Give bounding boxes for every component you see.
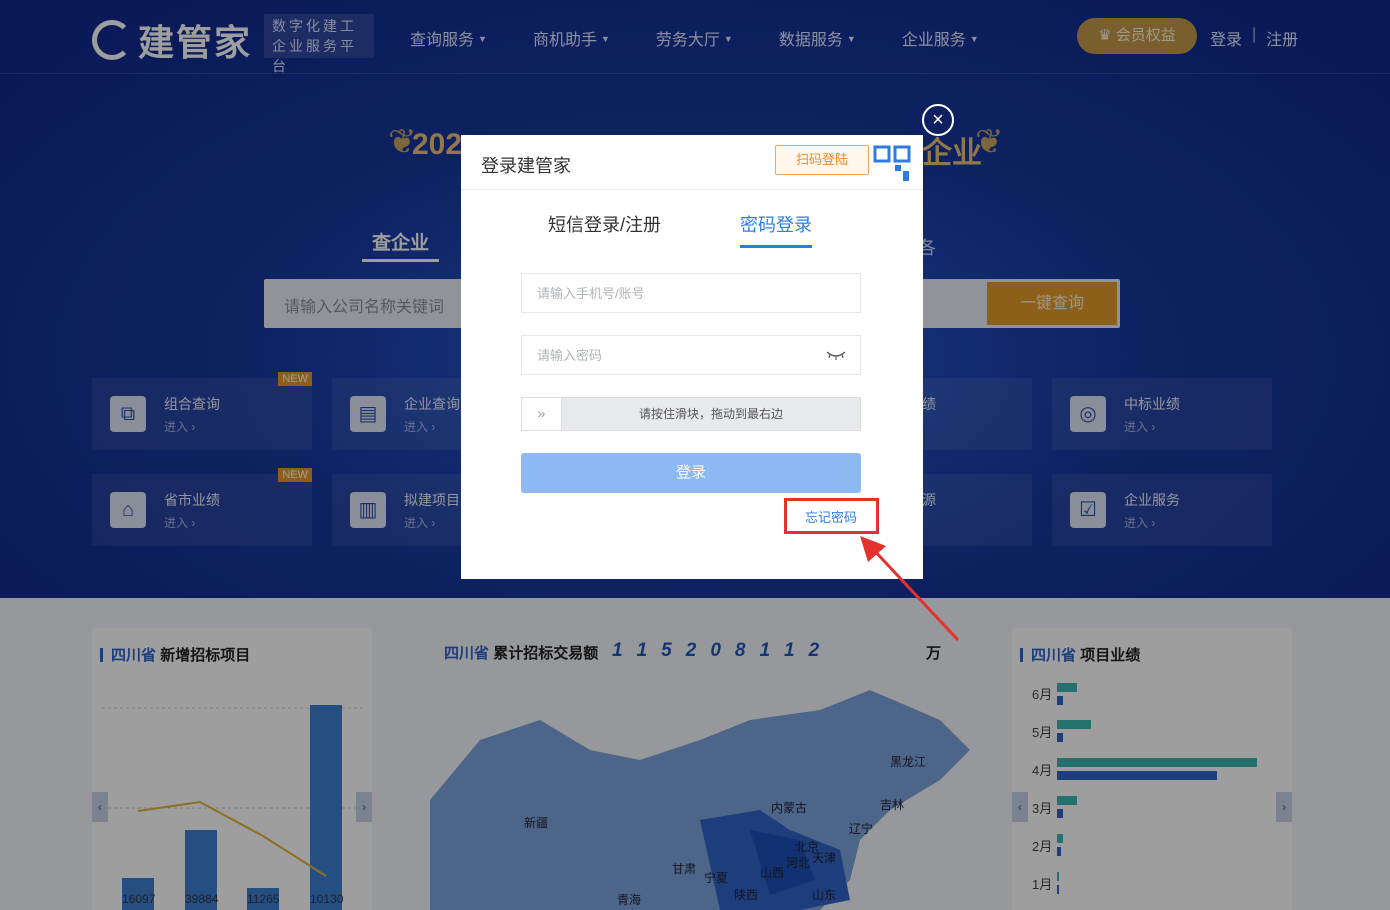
tab-sms-login[interactable]: 短信登录/注册 [548,211,661,237]
tab-password-login[interactable]: 密码登录 [740,211,812,237]
password-input[interactable] [522,336,860,374]
account-field [521,273,861,313]
modal-header: 登录建管家 扫码登陆 [461,135,923,190]
modal-title: 登录建管家 [481,156,571,176]
annotation-arrow-icon [860,536,960,642]
slider-instruction: 请按住滑块，拖动到最右边 [638,407,783,421]
slider-handle[interactable]: » [522,398,562,430]
modal-close-button[interactable]: × [922,104,954,136]
slider-captcha: » 请按住滑块，拖动到最右边 [521,397,861,431]
login-button[interactable]: 登录 [521,453,861,493]
eye-closed-icon[interactable] [826,348,846,362]
qr-code-icon[interactable] [873,143,913,183]
active-tab-indicator [740,245,812,248]
password-field [521,335,861,375]
annotation-highlight-box [784,498,879,534]
qr-login-tip[interactable]: 扫码登陆 [775,145,869,175]
account-input[interactable] [522,274,860,312]
